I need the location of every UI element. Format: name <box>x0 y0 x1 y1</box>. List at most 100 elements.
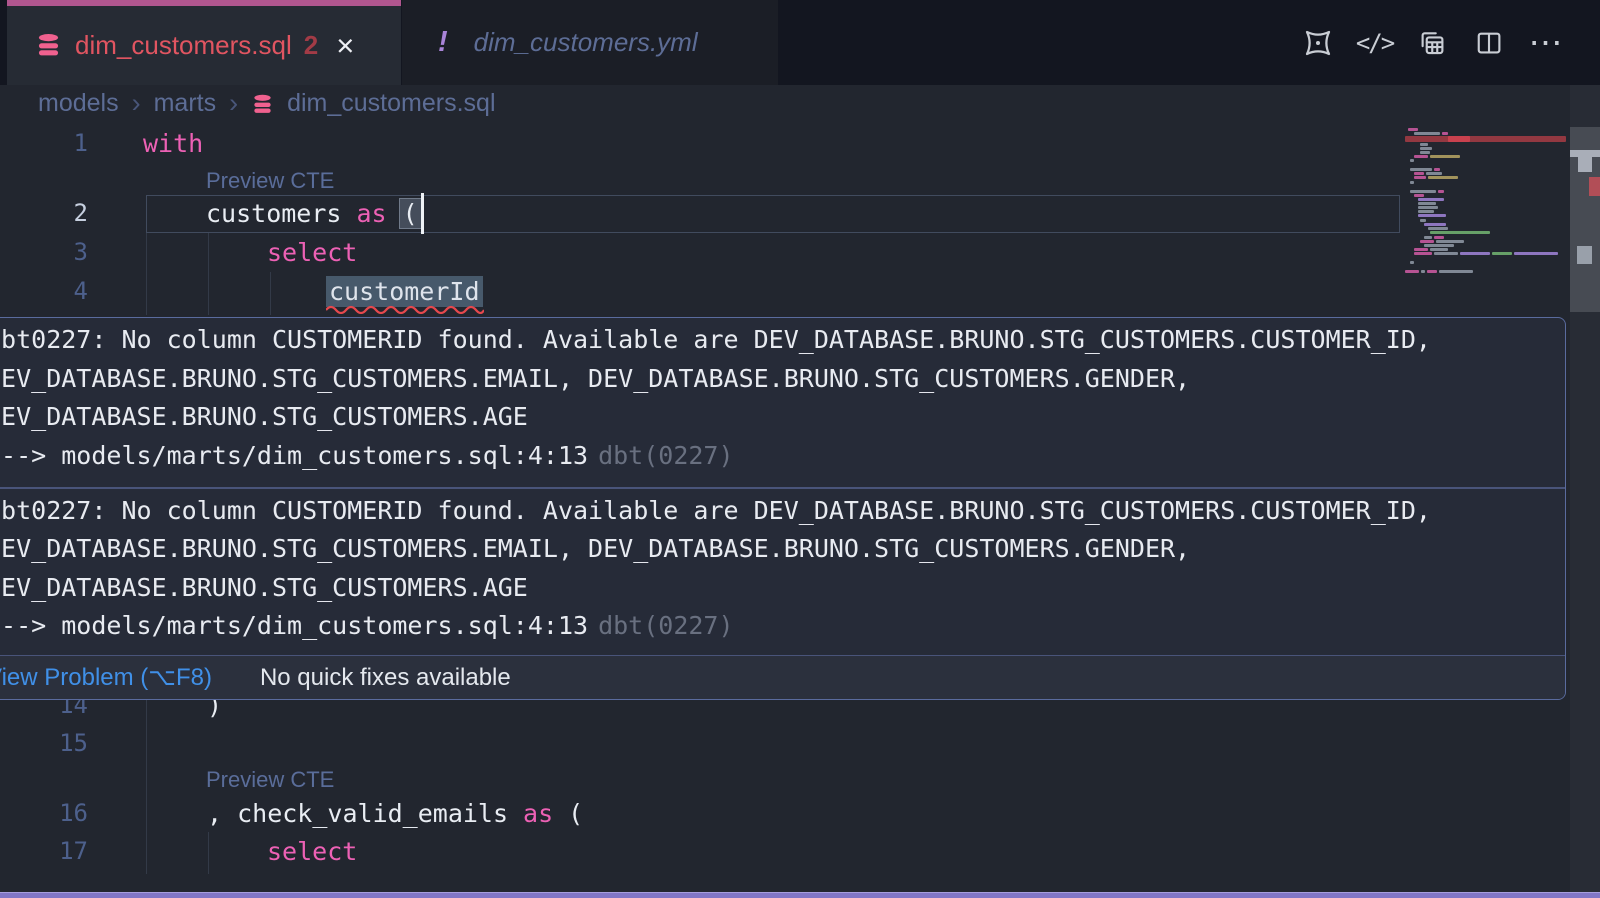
minimap-code-line <box>1418 206 1438 209</box>
minimap-code-line <box>1430 231 1490 234</box>
minimap-code-line <box>1420 151 1430 154</box>
breadcrumb-item-marts[interactable]: marts <box>154 89 217 118</box>
minimap-code-line <box>1414 132 1440 135</box>
minimap-code-line <box>1514 252 1558 255</box>
copy-table-icon[interactable] <box>1415 26 1448 59</box>
minimap-code-line <box>1421 270 1425 273</box>
minimap-code-line <box>1428 227 1448 230</box>
minimap-code-line <box>1408 128 1418 131</box>
minimap-code-line <box>1414 248 1428 251</box>
minimap-code-line <box>1410 190 1436 193</box>
minimap-code-line <box>1405 270 1419 273</box>
view-problem-link[interactable]: View Problem (⌥F8) <box>0 663 212 692</box>
minimap-code-line <box>1418 202 1436 205</box>
code-line-2[interactable]: customersas( <box>206 194 422 233</box>
minimap-code-line <box>1410 168 1432 171</box>
minimap-code-line <box>1414 172 1424 175</box>
ruler-mark <box>1577 246 1592 264</box>
line-number: 2 <box>28 194 88 233</box>
indent-guide <box>208 832 209 874</box>
minimap-code-line <box>1418 210 1434 213</box>
editor-tab-bar: dim_customers.sql 2 × ! dim_customers.ym… <box>0 0 1600 85</box>
error-source-code: dbt(0227) <box>598 611 733 640</box>
breadcrumb: models › marts › dim_customers.sql <box>38 85 496 122</box>
editor-actions: </> ⋯ <box>1301 0 1600 85</box>
error-squiggle <box>326 304 484 314</box>
quick-fix-status: No quick fixes available <box>260 664 511 692</box>
minimap-error-line <box>1405 136 1566 142</box>
chevron-right-icon: › <box>229 88 238 119</box>
minimap-code-line <box>1430 155 1460 158</box>
minimap-code-line <box>1410 181 1414 184</box>
minimap-code-line <box>1418 198 1444 201</box>
minimap-code-line <box>1418 214 1446 217</box>
minimap-code-line <box>1424 236 1432 239</box>
panel-accent-border <box>0 892 1600 898</box>
tab-label: dim_customers.yml <box>474 27 698 58</box>
code-line-17[interactable]: select <box>267 832 357 871</box>
indent-guide <box>208 233 209 315</box>
codelens-preview-cte[interactable]: Preview CTE <box>206 166 334 196</box>
database-icon <box>251 93 274 116</box>
breadcrumb-item-file[interactable]: dim_customers.sql <box>287 89 495 118</box>
minimap-code-line <box>1492 252 1512 255</box>
code-line-1[interactable]: with <box>143 124 203 163</box>
code-line-3[interactable]: select <box>267 233 357 272</box>
line-number: 15 <box>28 724 88 763</box>
more-actions-icon[interactable]: ⋯ <box>1529 26 1562 59</box>
tab-dim-customers-yml[interactable]: ! dim_customers.yml <box>402 0 778 85</box>
error-message-line: DEV_DATABASE.BRUNO.STG_CUSTOMERS.EMAIL, … <box>0 530 1565 569</box>
database-icon <box>35 32 62 59</box>
minimap-code-line <box>1420 147 1432 150</box>
chevron-right-icon: › <box>132 88 141 119</box>
warning-icon: ! <box>438 26 448 59</box>
line-number: 1 <box>28 124 88 163</box>
minimap[interactable] <box>1405 125 1568 315</box>
code-line-16[interactable]: , check_valid_emailsas( <box>207 794 583 833</box>
error-message-line: DEV_DATABASE.BRUNO.STG_CUSTOMERS.AGE <box>0 398 1565 437</box>
minimap-code-line <box>1424 244 1454 247</box>
tab-label: dim_customers.sql <box>75 30 292 61</box>
editor-window: dim_customers.sql 2 × ! dim_customers.ym… <box>0 0 1600 898</box>
split-editor-icon[interactable] <box>1472 26 1505 59</box>
hover-status-bar: View Problem (⌥F8) No quick fixes availa… <box>0 655 1565 699</box>
minimap-code-line <box>1424 223 1446 226</box>
error-identifier: customerId <box>326 276 483 307</box>
line-number: 3 <box>28 233 88 272</box>
bracket-match: ( <box>399 198 422 229</box>
codelens-preview-cte[interactable]: Preview CTE <box>206 765 334 795</box>
minimap-code-line <box>1434 252 1458 255</box>
minimap-code-line <box>1414 155 1428 158</box>
indent-guide <box>146 233 147 315</box>
minimap-code-line <box>1460 252 1490 255</box>
error-source-code: dbt(0227) <box>598 441 733 470</box>
show-source-icon[interactable]: </> <box>1358 26 1391 59</box>
minimap-code-line <box>1427 270 1437 273</box>
minimap-code-line <box>1414 194 1424 197</box>
unsaved-changes-badge: 2 <box>304 30 318 61</box>
ruler-error-mark <box>1589 177 1600 196</box>
minimap-code-line <box>1436 240 1464 243</box>
line-number: 17 <box>28 832 88 871</box>
minimap-code-line <box>1434 168 1440 171</box>
breadcrumb-item-models[interactable]: models <box>38 89 119 118</box>
minimap-code-line <box>1410 261 1414 264</box>
close-icon[interactable]: × <box>336 30 354 61</box>
dbt-power-user-icon[interactable] <box>1301 26 1334 59</box>
error-location-line: --> models/marts/dim_customers.sql:4:13d… <box>0 437 1565 476</box>
minimap-code-line <box>1414 176 1426 179</box>
line-number: 4 <box>28 272 88 311</box>
minimap-code-line <box>1420 240 1434 243</box>
error-block-2: dbt0227: No column CUSTOMERID found. Ava… <box>0 489 1565 658</box>
line-number: 16 <box>28 794 88 833</box>
minimap-code-line <box>1414 252 1432 255</box>
minimap-code-line <box>1439 270 1473 273</box>
error-message-line: dbt0227: No column CUSTOMERID found. Ava… <box>0 492 1565 531</box>
minimap-code-line <box>1430 248 1448 251</box>
text-cursor <box>421 193 424 234</box>
minimap-error-highlight <box>1448 136 1470 142</box>
minimap-code-line <box>1428 176 1458 179</box>
tab-dim-customers-sql[interactable]: dim_customers.sql 2 × <box>7 0 401 85</box>
error-block-1: dbt0227: No column CUSTOMERID found. Ava… <box>0 318 1565 487</box>
indent-guide <box>270 272 271 315</box>
